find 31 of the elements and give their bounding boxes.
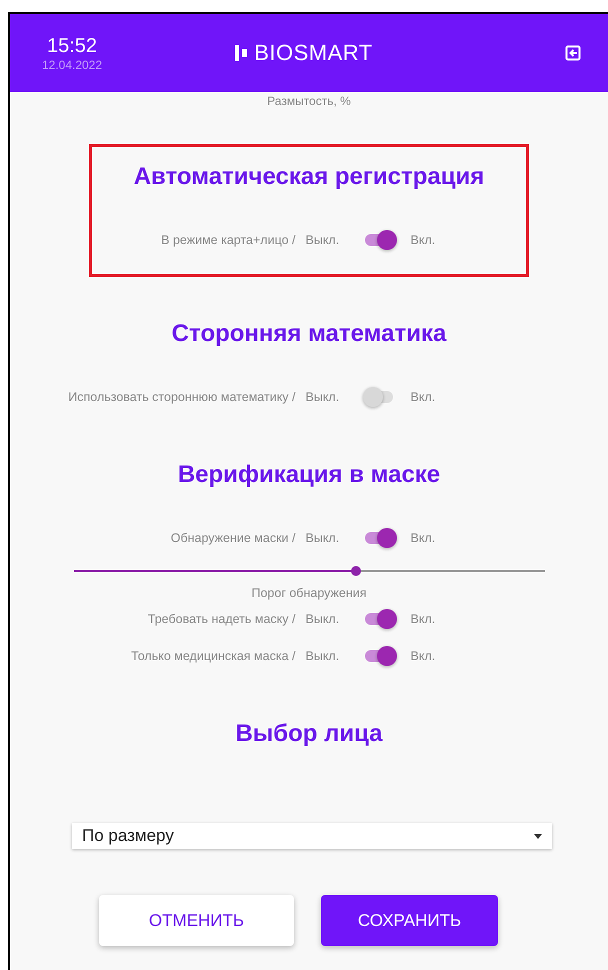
clock-time: 15:52 — [46, 34, 98, 58]
on-label: Вкл. — [410, 390, 436, 404]
off-label: Выкл. — [306, 232, 340, 246]
cancel-button[interactable]: ОТМЕНИТЬ — [99, 895, 294, 946]
clock-date: 12.04.2022 — [42, 58, 102, 72]
logo-text: BIOSMART — [254, 40, 373, 66]
section-title: Сторонняя математика — [172, 320, 446, 348]
section-title: Верификация в маске — [178, 461, 440, 489]
field-caption: Размытость, % — [267, 94, 351, 108]
off-label: Выкл. — [306, 612, 340, 626]
off-label: Выкл. — [306, 648, 340, 662]
off-label: Выкл. — [306, 530, 340, 544]
on-label: Вкл. — [410, 232, 436, 246]
face-select[interactable]: По размеру — [72, 823, 552, 849]
setting-label: В режиме карта+лицо / — [160, 232, 296, 246]
logout-icon[interactable] — [565, 45, 581, 61]
setting-label: Обнаружение маски / — [170, 530, 296, 544]
on-label: Вкл. — [410, 530, 436, 544]
section-title: Выбор лица — [235, 720, 383, 748]
setting-label: Только медицинская маска / — [130, 648, 296, 662]
save-button[interactable]: СОХРАНИТЬ — [321, 895, 498, 946]
caret-icon — [534, 834, 542, 838]
off-label: Выкл. — [306, 390, 340, 404]
section-title: Автоматическая регистрация — [134, 163, 484, 191]
logo-icon — [235, 45, 248, 61]
on-label: Вкл. — [410, 648, 436, 662]
slider-thumb[interactable] — [351, 566, 362, 576]
setting-label: Использовать стороннюю математику / — [67, 390, 296, 404]
on-label: Вкл. — [410, 612, 436, 626]
setting-label: Требовать надеть маску / — [146, 612, 296, 626]
slider-caption: Порог обнаружения — [251, 586, 366, 600]
